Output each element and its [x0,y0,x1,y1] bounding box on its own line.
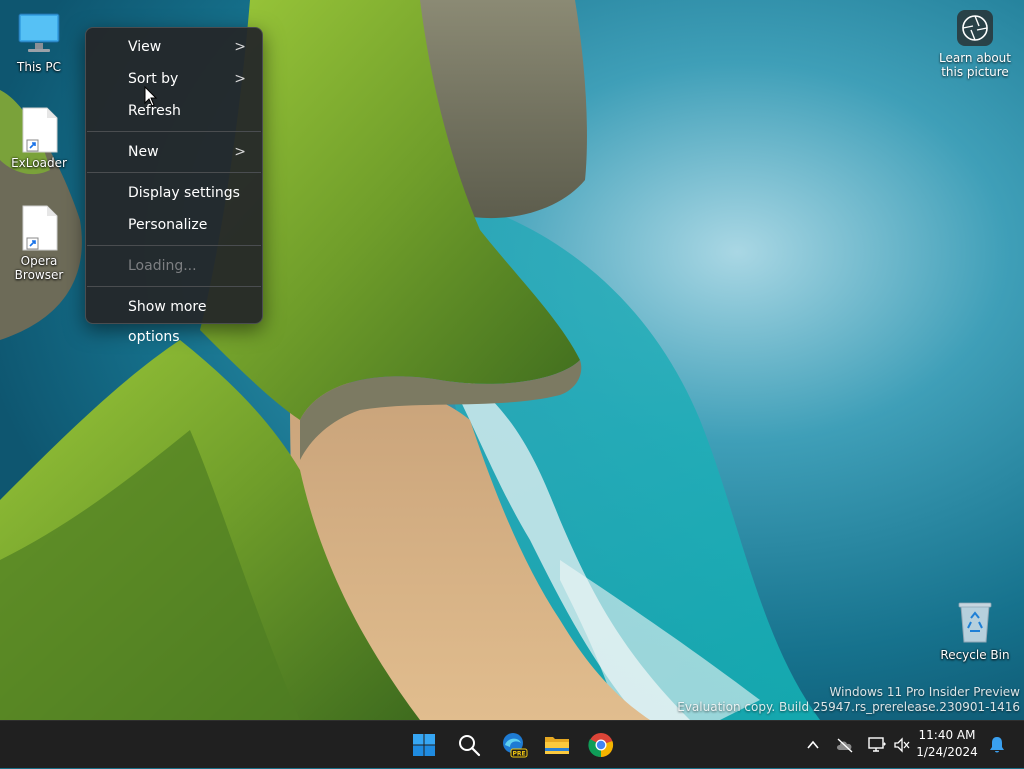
clock-time: 11:40 AM [918,728,976,742]
search-button[interactable] [451,727,487,763]
desktop-icon-recycle-bin[interactable]: Recycle Bin [939,598,1011,662]
chevron-right-icon: > [234,39,246,55]
show-hidden-icons-button[interactable] [802,721,824,769]
menu-item-label: Loading... [128,258,197,274]
menu-item-view[interactable]: View > [90,32,258,62]
menu-item-show-more-options[interactable]: Show more options [90,292,258,345]
watermark-line-1: Windows 11 Pro Insider Preview [829,685,1020,699]
learn-about-picture-button[interactable]: Learn about this picture [936,10,1014,79]
desktop-icon-label: Opera Browser [14,254,64,282]
clock-date: 1/24/2024 [916,745,978,759]
menu-item-label: Sort by [128,71,179,87]
watermark-line-2: Evaluation copy. Build 25947.rs_prerelea… [677,700,1020,714]
desktop-context-menu: View > Sort by > Refresh New > Display s… [85,27,263,345]
start-button[interactable] [406,727,442,763]
taskbar-app-chrome[interactable] [583,727,619,763]
chevron-up-icon [807,740,819,749]
edge-pre-badge: PRE [512,751,525,758]
file-shortcut-icon [15,106,63,154]
desktop-icon-label: This PC [17,60,61,74]
menu-item-refresh[interactable]: Refresh [90,96,258,126]
recycle-bin-icon [951,598,999,646]
chevron-right-icon: > [234,144,246,160]
desktop-icon-label: ExLoader [11,156,67,170]
network-tray-button[interactable] [865,721,889,769]
menu-separator [87,131,261,132]
file-shortcut-icon [15,204,63,252]
chrome-icon [588,733,614,758]
menu-separator [87,172,261,173]
taskbar-app-edge-beta[interactable]: PRE [496,727,532,763]
menu-separator [87,245,261,246]
network-icon [868,737,886,752]
menu-item-new[interactable]: New > [90,137,258,167]
menu-item-label: Personalize [128,217,208,233]
taskbar: PRE 11:40 AM 1/24/2024 [0,720,1024,768]
volume-tray-button[interactable] [891,721,913,769]
desktop-icon-label: Recycle Bin [940,648,1010,662]
search-icon [459,735,481,757]
edge-beta-icon: PRE [503,733,528,758]
menu-item-personalize[interactable]: Personalize [90,210,258,240]
onedrive-tray-button[interactable] [833,721,857,769]
build-watermark: Windows 11 Pro Insider Preview Evaluatio… [677,685,1020,715]
menu-item-label: Display settings [128,185,240,201]
desktop-icon-exloader[interactable]: ExLoader [3,106,75,170]
desktop-icon-opera[interactable]: Opera Browser [3,204,75,282]
menu-item-label: View [128,39,162,55]
bell-icon [990,737,1004,753]
menu-item-label: New [128,144,159,160]
camera-lens-icon [957,10,993,46]
volume-muted-icon [894,737,910,753]
learn-about-picture-label: Learn about this picture [939,51,1011,79]
menu-item-loading: Loading... [90,251,258,281]
mouse-pointer-icon [144,86,158,107]
start-icon [413,734,435,756]
taskbar-clock[interactable]: 11:40 AM 1/24/2024 [912,727,982,761]
chevron-right-icon: > [234,71,246,87]
taskbar-app-file-explorer[interactable] [539,727,575,763]
file-explorer-icon [545,737,569,754]
monitor-icon [15,10,63,58]
menu-item-sort-by[interactable]: Sort by > [90,64,258,94]
menu-separator [87,286,261,287]
cloud-offline-icon [837,738,853,753]
notifications-button[interactable] [986,721,1008,769]
menu-item-display-settings[interactable]: Display settings [90,178,258,208]
desktop[interactable]: This PC ExLoader Opera Browser Recycle B… [0,0,1024,720]
desktop-icon-this-pc[interactable]: This PC [3,10,75,74]
